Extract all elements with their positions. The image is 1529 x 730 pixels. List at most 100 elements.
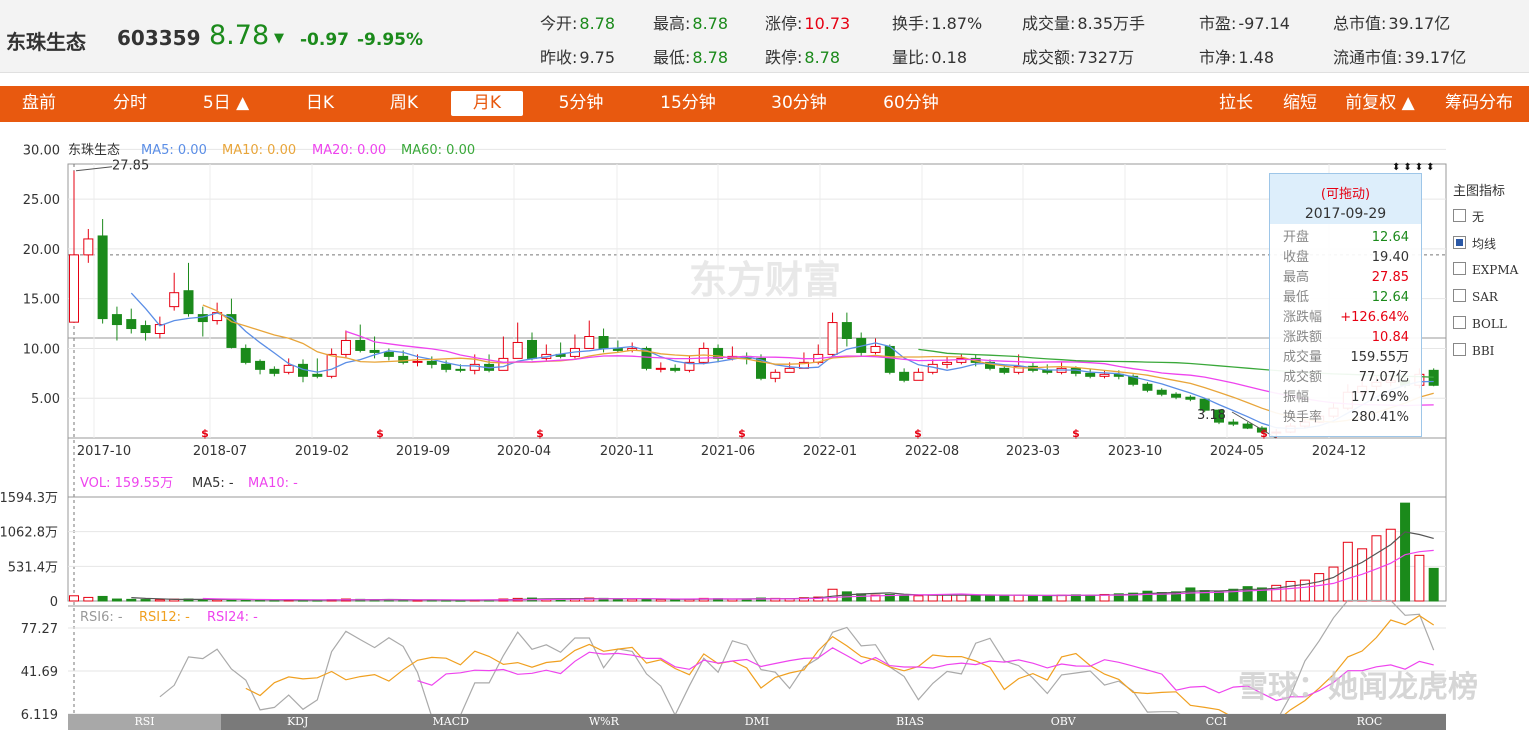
quote-label: 成交量:: [1022, 14, 1076, 33]
price-tick: 20.00: [23, 243, 60, 258]
toolbar-action[interactable]: 前复权 ▲: [1342, 91, 1418, 116]
toolbar-action[interactable]: 缩短: [1279, 91, 1321, 116]
quote-label: 市净:: [1199, 48, 1237, 67]
quote-value: 10.73: [804, 14, 851, 33]
volume-bar: [1085, 594, 1096, 602]
checkbox-icon[interactable]: [1453, 316, 1466, 329]
period-tab[interactable]: 15分钟: [653, 91, 723, 116]
checkbox-icon[interactable]: [1453, 209, 1466, 222]
period-tab[interactable]: 5分钟: [553, 91, 609, 116]
tooltip-row: 涨跌额 10.84: [1270, 328, 1421, 348]
quote-value: -97.14: [1238, 14, 1290, 33]
indicator-option[interactable]: EXPMA: [1453, 262, 1518, 278]
quote-item: 成交额: 7327万: [1022, 44, 1134, 68]
candle-body: [283, 364, 294, 373]
candle: [154, 316, 165, 339]
candle-tooltip[interactable]: (可拖动) 2017-09-29 开盘 12.64 收盘 19.40 最高 27.85 最低…: [1269, 173, 1422, 437]
candle-body: [512, 341, 523, 359]
candle-body: [326, 353, 337, 377]
candle-body: [870, 345, 881, 353]
rsi-tick: 41.69: [21, 665, 58, 680]
period-tab[interactable]: 周K: [382, 91, 426, 116]
quote-label: 跌停:: [765, 48, 803, 67]
candle-body: [784, 367, 795, 373]
quote-label: 流通市值:: [1333, 48, 1403, 67]
indicator-tab[interactable]: BIAS: [834, 714, 987, 730]
tooltip-value: 12.64: [1371, 290, 1409, 305]
checkbox-icon[interactable]: [1453, 236, 1466, 249]
indicator-tab[interactable]: MACD: [374, 714, 527, 730]
tooltip-label: 振幅: [1283, 390, 1310, 405]
quote-item: 涨停: 10.73: [765, 10, 850, 34]
indicator-tab[interactable]: ROC: [1293, 714, 1446, 730]
candle-body: [255, 360, 266, 370]
period-tab[interactable]: 盘前: [20, 91, 58, 116]
indicator-tab[interactable]: CCI: [1140, 714, 1293, 730]
checkbox-icon[interactable]: [1453, 262, 1466, 275]
indicator-option[interactable]: SAR: [1453, 289, 1498, 305]
tooltip-row: 开盘 12.64: [1270, 228, 1421, 248]
volume-bar: [827, 588, 838, 602]
toolbar-action[interactable]: 筹码分布: [1440, 91, 1518, 116]
volume-bar: [999, 595, 1010, 602]
quote-value: 8.78: [804, 48, 841, 67]
date-tick: 2023-10: [1108, 444, 1162, 459]
candle-body: [770, 371, 781, 379]
candle: [1056, 362, 1067, 375]
candle: [240, 344, 251, 365]
quote-label: 成交额:: [1022, 48, 1076, 67]
quote-item: 量比: 0.18: [892, 44, 967, 68]
period-tab[interactable]: 分时: [108, 91, 152, 116]
date-tick: 2022-01: [803, 444, 857, 459]
volume-bar: [1285, 580, 1296, 602]
period-tab[interactable]: 日K: [298, 91, 342, 116]
indicator-option[interactable]: BBI: [1453, 343, 1494, 359]
period-tab[interactable]: 30分钟: [764, 91, 834, 116]
candle-body: [1142, 383, 1153, 391]
candle-body: [913, 371, 924, 381]
candle: [527, 332, 537, 361]
low-label: 3.18: [1197, 408, 1226, 423]
indicator-tabs: RSI KDJ MACD W%R DMI BIAS OBV CCI ROC: [68, 714, 1446, 730]
indicator-tab[interactable]: OBV: [987, 714, 1140, 730]
indicator-tab[interactable]: KDJ: [221, 714, 374, 730]
quote-value: 1.48: [1238, 48, 1275, 67]
candle: [798, 352, 809, 369]
period-tab[interactable]: 60分钟: [876, 91, 946, 116]
quote-label: 总市值:: [1333, 14, 1387, 33]
date-tick: 2020-11: [600, 444, 654, 459]
tooltip-label: 最低: [1283, 290, 1310, 305]
price-tick: 10.00: [23, 342, 60, 357]
tooltip-row: 最低 12.64: [1270, 288, 1421, 308]
indicator-tab[interactable]: W%R: [527, 714, 680, 730]
toolbar-action[interactable]: 拉长: [1216, 91, 1256, 116]
candle: [899, 368, 910, 383]
price-change-pct: -9.95%: [357, 30, 424, 50]
volume-bar: [627, 598, 638, 602]
volume-bar: [942, 594, 953, 602]
candle: [856, 332, 867, 357]
candle: [698, 342, 709, 365]
period-tab[interactable]: 5日 ▲: [195, 91, 257, 116]
quote-value: 1.87%: [931, 14, 983, 33]
indicator-tab[interactable]: RSI: [68, 714, 222, 730]
tooltip-date: 2017-09-29: [1304, 206, 1387, 222]
quote-item: 流通市值: 39.17亿: [1333, 44, 1466, 68]
indicator-option[interactable]: BOLL: [1453, 316, 1507, 332]
candle-body: [183, 290, 194, 315]
indicator-tab[interactable]: DMI: [680, 714, 833, 730]
indicator-option[interactable]: 无: [1453, 208, 1484, 225]
checkbox-icon[interactable]: [1453, 289, 1466, 302]
volume-bar: [69, 595, 79, 602]
checkbox-icon[interactable]: [1453, 343, 1466, 356]
candle-body: [441, 363, 452, 370]
indicator-option[interactable]: 均线: [1453, 235, 1496, 252]
tooltip-label: 最高: [1283, 270, 1310, 285]
indicator-label: SAR: [1472, 290, 1498, 304]
period-tab[interactable]: 月K: [451, 91, 523, 116]
candle-body: [841, 322, 852, 339]
rsi-legend-rsi12: RSI12: -: [139, 610, 190, 625]
tooltip-value: 77.07亿: [1358, 370, 1409, 385]
signal-s-icon: $: [201, 427, 209, 440]
scroll-arrows-icon[interactable]: ⬍⬍⬍⬍: [1392, 162, 1438, 173]
